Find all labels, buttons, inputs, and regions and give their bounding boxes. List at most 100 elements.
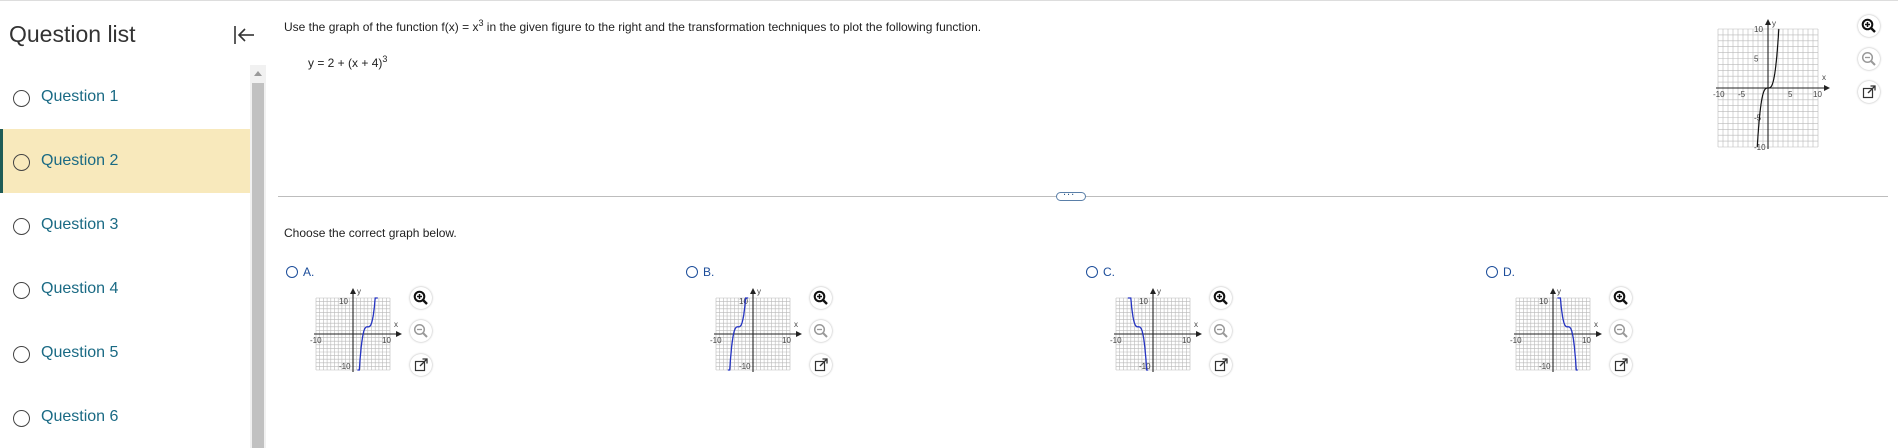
external-link-icon — [1214, 358, 1228, 372]
scroll-up-arrow-icon[interactable] — [254, 71, 262, 76]
choice-graph: y x 10 -10 -10 10 — [1496, 284, 1606, 384]
question-status-radio-icon — [13, 90, 30, 107]
sidebar-item-label: Question 4 — [41, 280, 119, 297]
choice-c: C. y x 10 -10 -10 10 — [1086, 264, 1246, 384]
sidebar-item-question-2[interactable]: Question 2 — [0, 129, 250, 193]
sidebar-item-question-4[interactable]: Question 4 — [0, 257, 250, 321]
reference-graph-canvas: y x -10 -5 5 10 10 5 -5 -10 — [1713, 19, 1830, 152]
open-new-window-button[interactable] — [1858, 81, 1880, 103]
choice-graph-canvas: yx10-10-10 10 — [310, 287, 402, 372]
collapse-sidebar-button[interactable] — [230, 21, 258, 49]
zoom-out-button[interactable] — [1858, 48, 1880, 70]
x-tick-label: -10 — [1110, 336, 1122, 345]
zoom-in-button[interactable] — [1610, 287, 1632, 309]
choice-radio-button[interactable] — [1486, 266, 1498, 278]
choice-letter: A. — [303, 265, 315, 279]
function-exponent: 3 — [382, 54, 388, 64]
choice-radio-button[interactable] — [686, 266, 698, 278]
sidebar-scrollbar[interactable] — [250, 65, 266, 448]
choice-graph-canvas: yx10-10-10 10 — [710, 287, 802, 372]
x-axis-label: x — [1194, 320, 1198, 329]
choice-d: D. y x 10 -10 -10 10 — [1486, 264, 1646, 384]
sidebar-item-question-3[interactable]: Question 3 — [0, 193, 250, 257]
y-tick-label: -10 — [739, 362, 751, 371]
zoom-in-icon — [1213, 290, 1228, 305]
x-tick-label: 10 — [1813, 90, 1822, 99]
question-status-radio-icon — [13, 282, 30, 299]
sidebar-item-question-1[interactable]: Question 1 — [0, 65, 250, 129]
sidebar-item-label: Question 3 — [41, 216, 119, 233]
choice-graph: y x 10 -10 -10 10 — [696, 284, 806, 384]
x-axis-arrow-icon — [1196, 331, 1202, 337]
answer-prompt: Choose the correct graph below. — [284, 226, 457, 240]
y-axis-arrow-icon — [750, 288, 756, 294]
zoom-out-button[interactable] — [1210, 320, 1232, 342]
zoom-out-icon — [813, 323, 828, 338]
x-tick-label: -10 — [1510, 336, 1522, 345]
question-status-radio-icon — [13, 410, 30, 427]
external-link-icon — [1614, 358, 1628, 372]
y-tick-label: 10 — [339, 297, 348, 306]
x-tick-label: -10 — [1713, 90, 1725, 99]
choice-graph-canvas: yx10-10-10 10 — [1510, 287, 1602, 372]
x-tick-label: -5 — [1738, 90, 1746, 99]
zoom-in-button[interactable] — [410, 287, 432, 309]
x-tick-label: 5 — [1788, 90, 1793, 99]
open-new-window-button[interactable] — [1610, 354, 1632, 376]
zoom-in-button[interactable] — [810, 287, 832, 309]
zoom-out-button[interactable] — [1610, 320, 1632, 342]
zoom-in-icon — [1613, 290, 1628, 305]
zoom-out-button[interactable] — [810, 320, 832, 342]
sidebar-item-question-6[interactable]: Question 6 — [0, 385, 250, 448]
sidebar-item-label: Question 5 — [41, 344, 119, 361]
y-axis-label: y — [1557, 287, 1561, 296]
x-axis-label: x — [1822, 73, 1826, 82]
y-axis-label: y — [1157, 287, 1161, 296]
target-function: y = 2 + (x + 4)3 — [308, 54, 387, 70]
y-axis-label: y — [757, 287, 761, 296]
x-axis-arrow-icon — [396, 331, 402, 337]
zoom-in-icon — [1861, 18, 1876, 33]
choice-graph: y x 10 -10 -10 10 — [296, 284, 406, 384]
external-link-icon — [1862, 85, 1876, 99]
scrollbar-thumb[interactable] — [252, 83, 264, 448]
choice-letter: B. — [703, 265, 715, 279]
y-axis-arrow-icon — [1550, 288, 1556, 294]
sidebar-header: Question list — [0, 1, 266, 67]
question-text-end: in the given figure to the right and the… — [483, 20, 982, 34]
zoom-out-button[interactable] — [410, 320, 432, 342]
zoom-out-icon — [413, 323, 428, 338]
function-base: y = 2 + (x + 4) — [308, 56, 383, 70]
sidebar-item-question-5[interactable]: Question 5 — [0, 321, 250, 385]
choice-radio-button[interactable] — [286, 266, 298, 278]
choice-graph-canvas: yx10-10-10 10 — [1110, 287, 1202, 372]
x-axis-arrow-icon — [796, 331, 802, 337]
x-axis-arrow-icon — [1824, 85, 1830, 91]
x-axis-label: x — [1594, 320, 1598, 329]
y-tick-label: -10 — [339, 362, 351, 371]
x-tick-label: 10 — [1182, 336, 1191, 345]
open-new-window-button[interactable] — [810, 354, 832, 376]
question-status-radio-icon — [13, 218, 30, 235]
y-tick-label: -10 — [1754, 143, 1766, 152]
external-link-icon — [414, 358, 428, 372]
sidebar-item-label: Question 6 — [41, 408, 119, 425]
y-tick-label: -10 — [1539, 362, 1551, 371]
open-new-window-button[interactable] — [410, 354, 432, 376]
collapse-left-icon — [234, 26, 254, 44]
question-list-sidebar: Question list Question 1 Question 2 Questi… — [0, 0, 266, 448]
choice-radio-button[interactable] — [1086, 266, 1098, 278]
resize-handle-dots: ... — [1063, 186, 1076, 198]
choice-letter: D. — [1503, 265, 1515, 279]
zoom-in-button[interactable] — [1858, 15, 1880, 37]
open-new-window-button[interactable] — [1210, 354, 1232, 376]
choice-b: B. y x 10 -10 -10 10 — [686, 264, 846, 384]
zoom-in-icon — [413, 290, 428, 305]
resize-handle[interactable]: ... — [1056, 186, 1086, 201]
zoom-out-icon — [1613, 323, 1628, 338]
x-tick-label: -10 — [710, 336, 722, 345]
zoom-in-button[interactable] — [1210, 287, 1232, 309]
y-tick-label: 10 — [1139, 297, 1148, 306]
x-tick-label: -10 — [310, 336, 322, 345]
reference-graph: y x -10 -5 5 10 10 5 -5 -10 — [1700, 13, 1830, 153]
